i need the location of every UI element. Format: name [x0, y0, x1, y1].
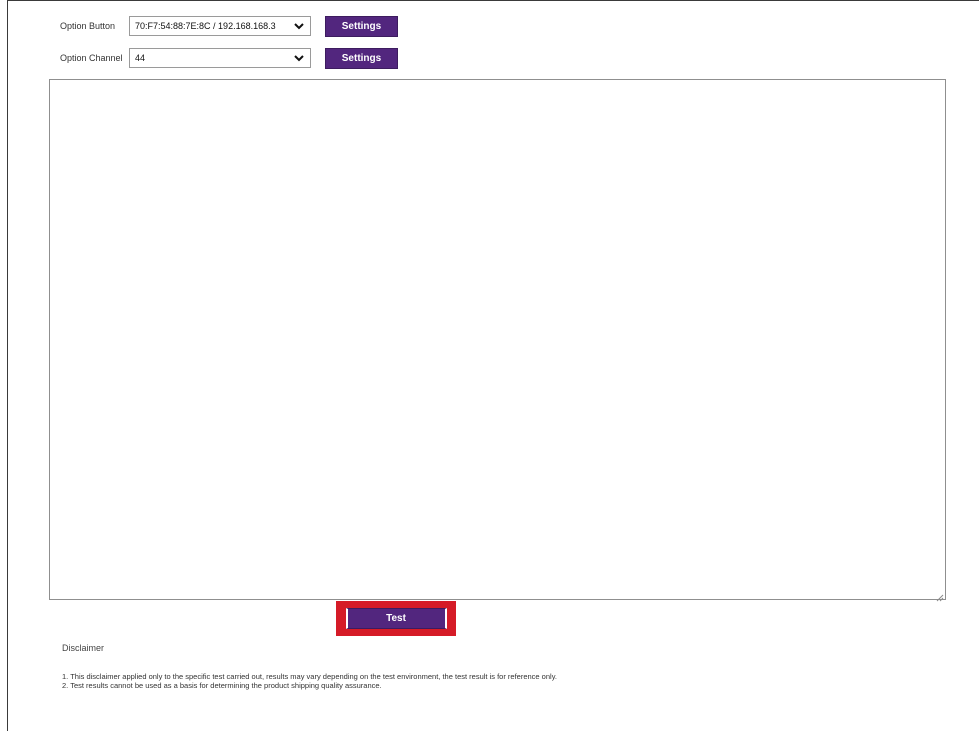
disclaimer-line-1: 1. This disclaimer applied only to the s… — [62, 672, 557, 681]
option-button-row: Option Button 70:F7:54:88:7E:8C / 192.16… — [60, 15, 398, 37]
option-button-select-value: 70:F7:54:88:7E:8C / 192.168.168.3 — [135, 21, 276, 31]
test-button[interactable]: Test — [345, 608, 447, 629]
output-textarea[interactable] — [49, 79, 946, 602]
resize-handle-icon[interactable] — [935, 589, 944, 602]
option-button-select[interactable]: 70:F7:54:88:7E:8C / 192.168.168.3 — [129, 16, 311, 36]
chevron-down-icon — [294, 53, 304, 63]
test-button-highlight: Test — [336, 601, 456, 636]
option-channel-select-value: 44 — [135, 53, 146, 63]
chevron-down-icon — [294, 21, 304, 31]
option-channel-select[interactable]: 44 — [129, 48, 311, 68]
option-channel-label: Option Channel — [60, 53, 123, 63]
option-channel-settings-button[interactable]: Settings — [325, 47, 398, 69]
disclaimer-list: 1. This disclaimer applied only to the s… — [62, 672, 557, 690]
option-channel-row: Option Channel 44 Settings — [60, 47, 398, 69]
disclaimer-title: Disclaimer — [62, 643, 105, 653]
disclaimer-line-2: 2. Test results cannot be used as a basi… — [62, 681, 382, 690]
option-button-settings-button[interactable]: Settings — [325, 15, 398, 37]
option-button-label: Option Button — [60, 21, 116, 31]
